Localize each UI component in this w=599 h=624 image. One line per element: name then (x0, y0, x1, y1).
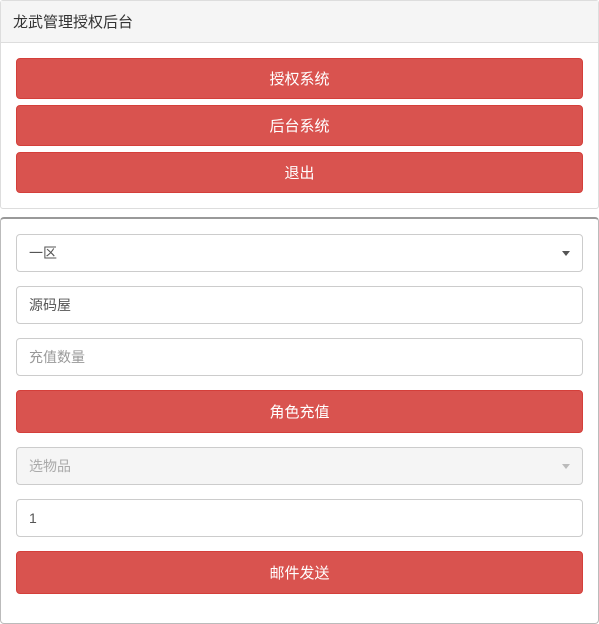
item-select-value: 选物品 (29, 456, 71, 476)
recharge-amount-input[interactable] (16, 338, 583, 376)
chevron-down-icon (562, 251, 570, 256)
char-name-input[interactable] (16, 286, 583, 324)
zone-select-value: 一区 (29, 243, 57, 263)
char-recharge-button[interactable]: 角色充值 (16, 390, 583, 433)
chevron-down-icon (562, 464, 570, 469)
auth-system-button[interactable]: 授权系统 (16, 58, 583, 99)
zone-select[interactable]: 一区 (16, 234, 583, 272)
item-select[interactable]: 选物品 (16, 447, 583, 485)
form-panel: 一区 角色充值 选物品 邮件发送 (0, 217, 599, 624)
backend-system-button[interactable]: 后台系统 (16, 105, 583, 146)
nav-body: 授权系统 后台系统 退出 (1, 43, 598, 208)
page-title: 龙武管理授权后台 (1, 1, 598, 43)
logout-button[interactable]: 退出 (16, 152, 583, 193)
mail-send-button[interactable]: 邮件发送 (16, 551, 583, 594)
header-panel: 龙武管理授权后台 授权系统 后台系统 退出 (0, 0, 599, 209)
qty-input[interactable] (16, 499, 583, 537)
